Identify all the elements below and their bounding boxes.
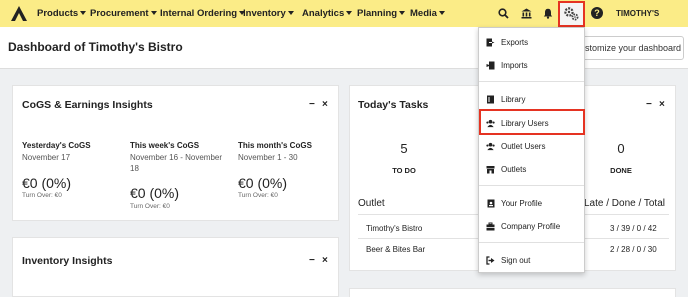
column-date: November 1 - 30 <box>238 153 298 162</box>
column-title: This week's CoGS <box>130 141 200 150</box>
turnover-text: Turn Over: €0 <box>130 203 170 210</box>
table-row-outlet[interactable]: Beer & Bites Bar <box>366 245 425 254</box>
nav-planning[interactable]: Planning <box>357 0 406 27</box>
file-import-icon <box>486 61 495 70</box>
bell-icon[interactable] <box>541 7 554 20</box>
gears-icon <box>564 7 579 21</box>
menu-divider <box>479 242 584 243</box>
menu-divider <box>479 185 584 186</box>
chevron-down-icon <box>80 11 87 16</box>
dashboard-card <box>349 288 676 297</box>
card-title: CoGS & Earnings Insights <box>22 99 153 111</box>
menu-item-company-profile[interactable]: Company Profile <box>479 217 584 235</box>
logo-icon[interactable] <box>11 6 27 21</box>
column-date: November 17 <box>22 153 71 162</box>
chevron-down-icon <box>287 11 294 16</box>
minimize-icon[interactable]: − <box>309 99 315 110</box>
nav-inventory[interactable]: Inventory <box>243 0 294 27</box>
sign-out-icon <box>486 255 495 265</box>
minimize-icon[interactable]: − <box>309 255 315 266</box>
column-title: Yesterday's CoGS <box>22 141 91 150</box>
chevron-down-icon <box>683 47 684 51</box>
nav-procurement[interactable]: Procurement <box>90 0 157 27</box>
table-row-stats: 3 / 39 / 0 / 42 <box>610 224 657 233</box>
bank-icon[interactable] <box>520 7 533 20</box>
inventory-insights-card: Inventory Insights − × <box>12 237 339 297</box>
done-count: 0 <box>617 141 625 156</box>
outlet-column-header: Outlet <box>358 198 385 209</box>
menu-item-outlet-users[interactable]: Outlet Users <box>479 137 584 155</box>
menu-item-sign-out[interactable]: Sign out <box>479 251 584 269</box>
nav-analytics[interactable]: Analytics <box>302 0 353 27</box>
nav-media[interactable]: Media <box>410 0 445 27</box>
highlight-box <box>479 109 585 135</box>
turnover-text: Turn Over: €0 <box>22 192 62 199</box>
menu-item-imports[interactable]: Imports <box>479 56 584 74</box>
settings-button[interactable] <box>558 1 585 27</box>
column-title: This month's CoGS <box>238 141 312 150</box>
table-row-stats: 2 / 28 / 0 / 30 <box>610 245 657 254</box>
cogs-value: €0 (0%) <box>238 175 288 191</box>
menu-item-your-profile[interactable]: Your Profile <box>479 194 584 212</box>
cogs-column-yesterday: Yesterday's CoGS November 17 <box>22 141 122 163</box>
close-icon[interactable]: × <box>322 255 328 266</box>
cogs-earnings-card: CoGS & Earnings Insights − × Yesterday's… <box>12 85 339 221</box>
column-date: November 16 - November 18 <box>130 153 223 173</box>
id-badge-icon <box>486 199 495 208</box>
table-row-outlet[interactable]: Timothy's Bistro <box>366 224 422 233</box>
done-label: DONE <box>610 166 632 175</box>
todo-count: 5 <box>400 141 408 156</box>
briefcase-icon <box>486 222 495 231</box>
settings-dropdown-menu: Exports Imports Library Library Users Ou… <box>478 27 585 273</box>
help-icon[interactable]: ? <box>591 7 603 19</box>
book-icon <box>486 95 495 104</box>
chevron-down-icon <box>346 11 353 16</box>
todo-label: TO DO <box>392 166 416 175</box>
turnover-text: Turn Over: €0 <box>238 192 278 199</box>
menu-item-library[interactable]: Library <box>479 90 584 108</box>
users-icon <box>486 142 495 151</box>
close-icon[interactable]: × <box>659 99 665 110</box>
cogs-value: €0 (0%) <box>22 175 72 191</box>
file-export-icon <box>486 38 495 47</box>
page-title: Dashboard of Timothy's Bistro <box>8 40 183 54</box>
cogs-column-month: This month's CoGS November 1 - 30 <box>238 141 338 163</box>
search-icon[interactable] <box>497 7 510 20</box>
menu-item-exports[interactable]: Exports <box>479 33 584 51</box>
top-nav: Products Procurement Internal Ordering I… <box>0 0 688 45</box>
close-icon[interactable]: × <box>322 99 328 110</box>
cogs-value: €0 (0%) <box>130 185 180 201</box>
card-title: Inventory Insights <box>22 255 113 267</box>
chevron-down-icon <box>399 11 406 16</box>
menu-item-outlets[interactable]: Outlets <box>479 160 584 178</box>
cogs-column-week: This week's CoGS November 16 - November … <box>130 141 230 174</box>
stats-column-header: Late / Done / Total <box>584 198 665 209</box>
minimize-icon[interactable]: − <box>646 99 652 110</box>
nav-products[interactable]: Products <box>37 0 87 27</box>
store-icon <box>486 165 495 174</box>
card-title: Today's Tasks <box>358 99 429 111</box>
chevron-down-icon <box>150 11 157 16</box>
nav-internal-ordering[interactable]: Internal Ordering <box>160 0 246 27</box>
menu-divider <box>479 81 584 82</box>
chevron-down-icon <box>438 11 445 16</box>
